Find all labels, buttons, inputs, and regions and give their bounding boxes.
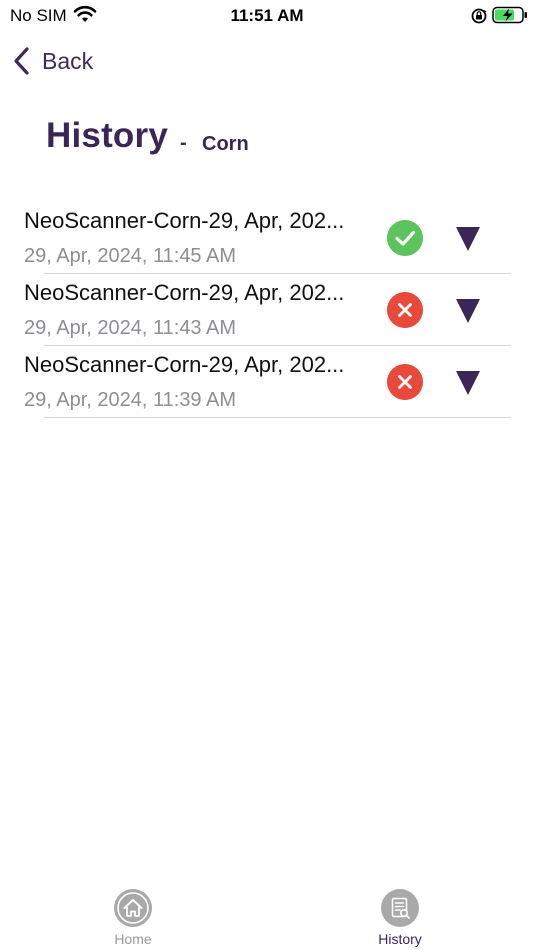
tab-history-label: History [378, 931, 422, 947]
tab-bar: Home History [0, 880, 534, 950]
item-date: 29, Apr, 2024, 11:39 AM [24, 389, 237, 411]
tab-home[interactable]: Home [73, 888, 193, 950]
status-time: 11:51 AM [230, 6, 304, 25]
list-item[interactable]: NeoScanner-Corn-29, Apr, 202... 29, Apr,… [0, 346, 534, 418]
item-title: NeoScanner-Corn-29, Apr, 202... [24, 352, 345, 377]
x-icon [387, 364, 423, 400]
list-item[interactable]: NeoScanner-Corn-29, Apr, 202... 29, Apr,… [0, 274, 534, 346]
history-list: NeoScanner-Corn-29, Apr, 202... 29, Apr,… [0, 202, 534, 418]
title-separator: - [180, 132, 187, 154]
status-bar: No SIM 11:51 AM [0, 0, 534, 32]
chevron-left-icon [14, 47, 29, 75]
tab-history[interactable]: History [340, 888, 460, 950]
expand-triangle-icon[interactable] [455, 370, 481, 396]
page-subtitle: Corn [202, 133, 249, 155]
expand-triangle-icon[interactable] [455, 298, 481, 324]
item-date: 29, Apr, 2024, 11:45 AM [24, 245, 237, 267]
home-icon [114, 889, 152, 927]
back-button[interactable]: Back [12, 44, 93, 78]
expand-triangle-icon[interactable] [455, 226, 481, 252]
row-divider [44, 417, 511, 418]
orientation-lock-icon [471, 8, 487, 24]
check-icon [387, 220, 423, 256]
item-date: 29, Apr, 2024, 11:43 AM [24, 317, 237, 339]
x-icon [387, 292, 423, 328]
page-title: History [46, 116, 168, 155]
battery-charging-icon [492, 6, 527, 24]
item-title: NeoScanner-Corn-29, Apr, 202... [24, 208, 345, 233]
tab-home-label: Home [114, 931, 152, 947]
list-item[interactable]: NeoScanner-Corn-29, Apr, 202... 29, Apr,… [0, 202, 534, 274]
history-document-icon [381, 889, 419, 927]
back-label: Back [42, 47, 94, 74]
item-title: NeoScanner-Corn-29, Apr, 202... [24, 280, 345, 305]
